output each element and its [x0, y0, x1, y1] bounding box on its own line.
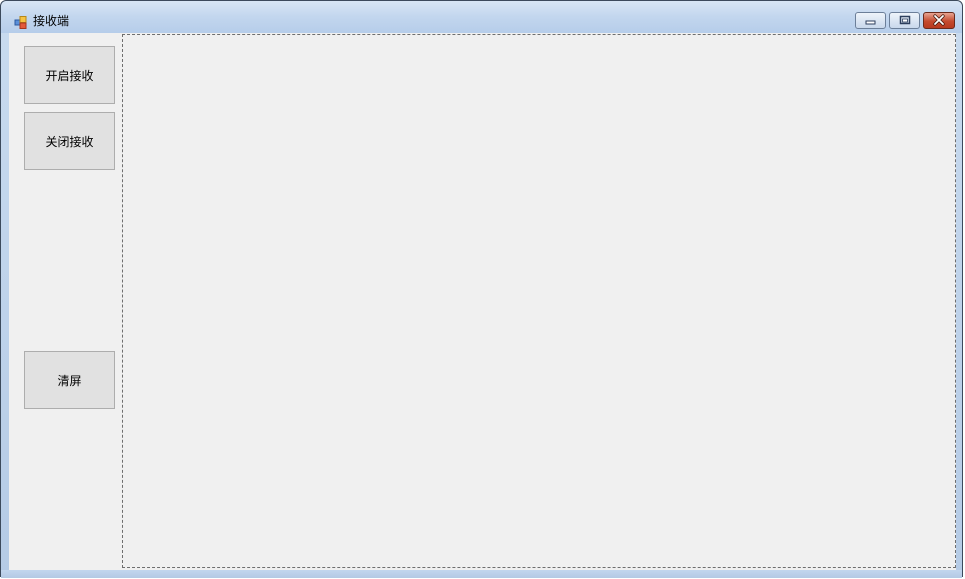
close-icon: [933, 14, 945, 26]
window-bottom-border: [1, 570, 962, 578]
start-receive-button[interactable]: 开启接收: [24, 46, 115, 104]
stop-receive-button[interactable]: 关闭接收: [24, 112, 115, 170]
window-title: 接收端: [33, 14, 70, 28]
clear-screen-button[interactable]: 清屏: [24, 351, 115, 409]
client-area: 开启接收 关闭接收 清屏: [9, 33, 956, 570]
app-icon: [14, 14, 27, 29]
close-button[interactable]: [923, 12, 955, 29]
title-bar[interactable]: 接收端: [1, 1, 962, 33]
maximize-button[interactable]: [889, 12, 920, 29]
maximize-icon: [899, 15, 911, 25]
minimize-button[interactable]: [855, 12, 886, 29]
minimize-icon: [865, 20, 876, 25]
receive-output-area[interactable]: [122, 34, 956, 568]
app-window: 接收端 开启接收 关闭接收 清屏: [0, 0, 963, 578]
